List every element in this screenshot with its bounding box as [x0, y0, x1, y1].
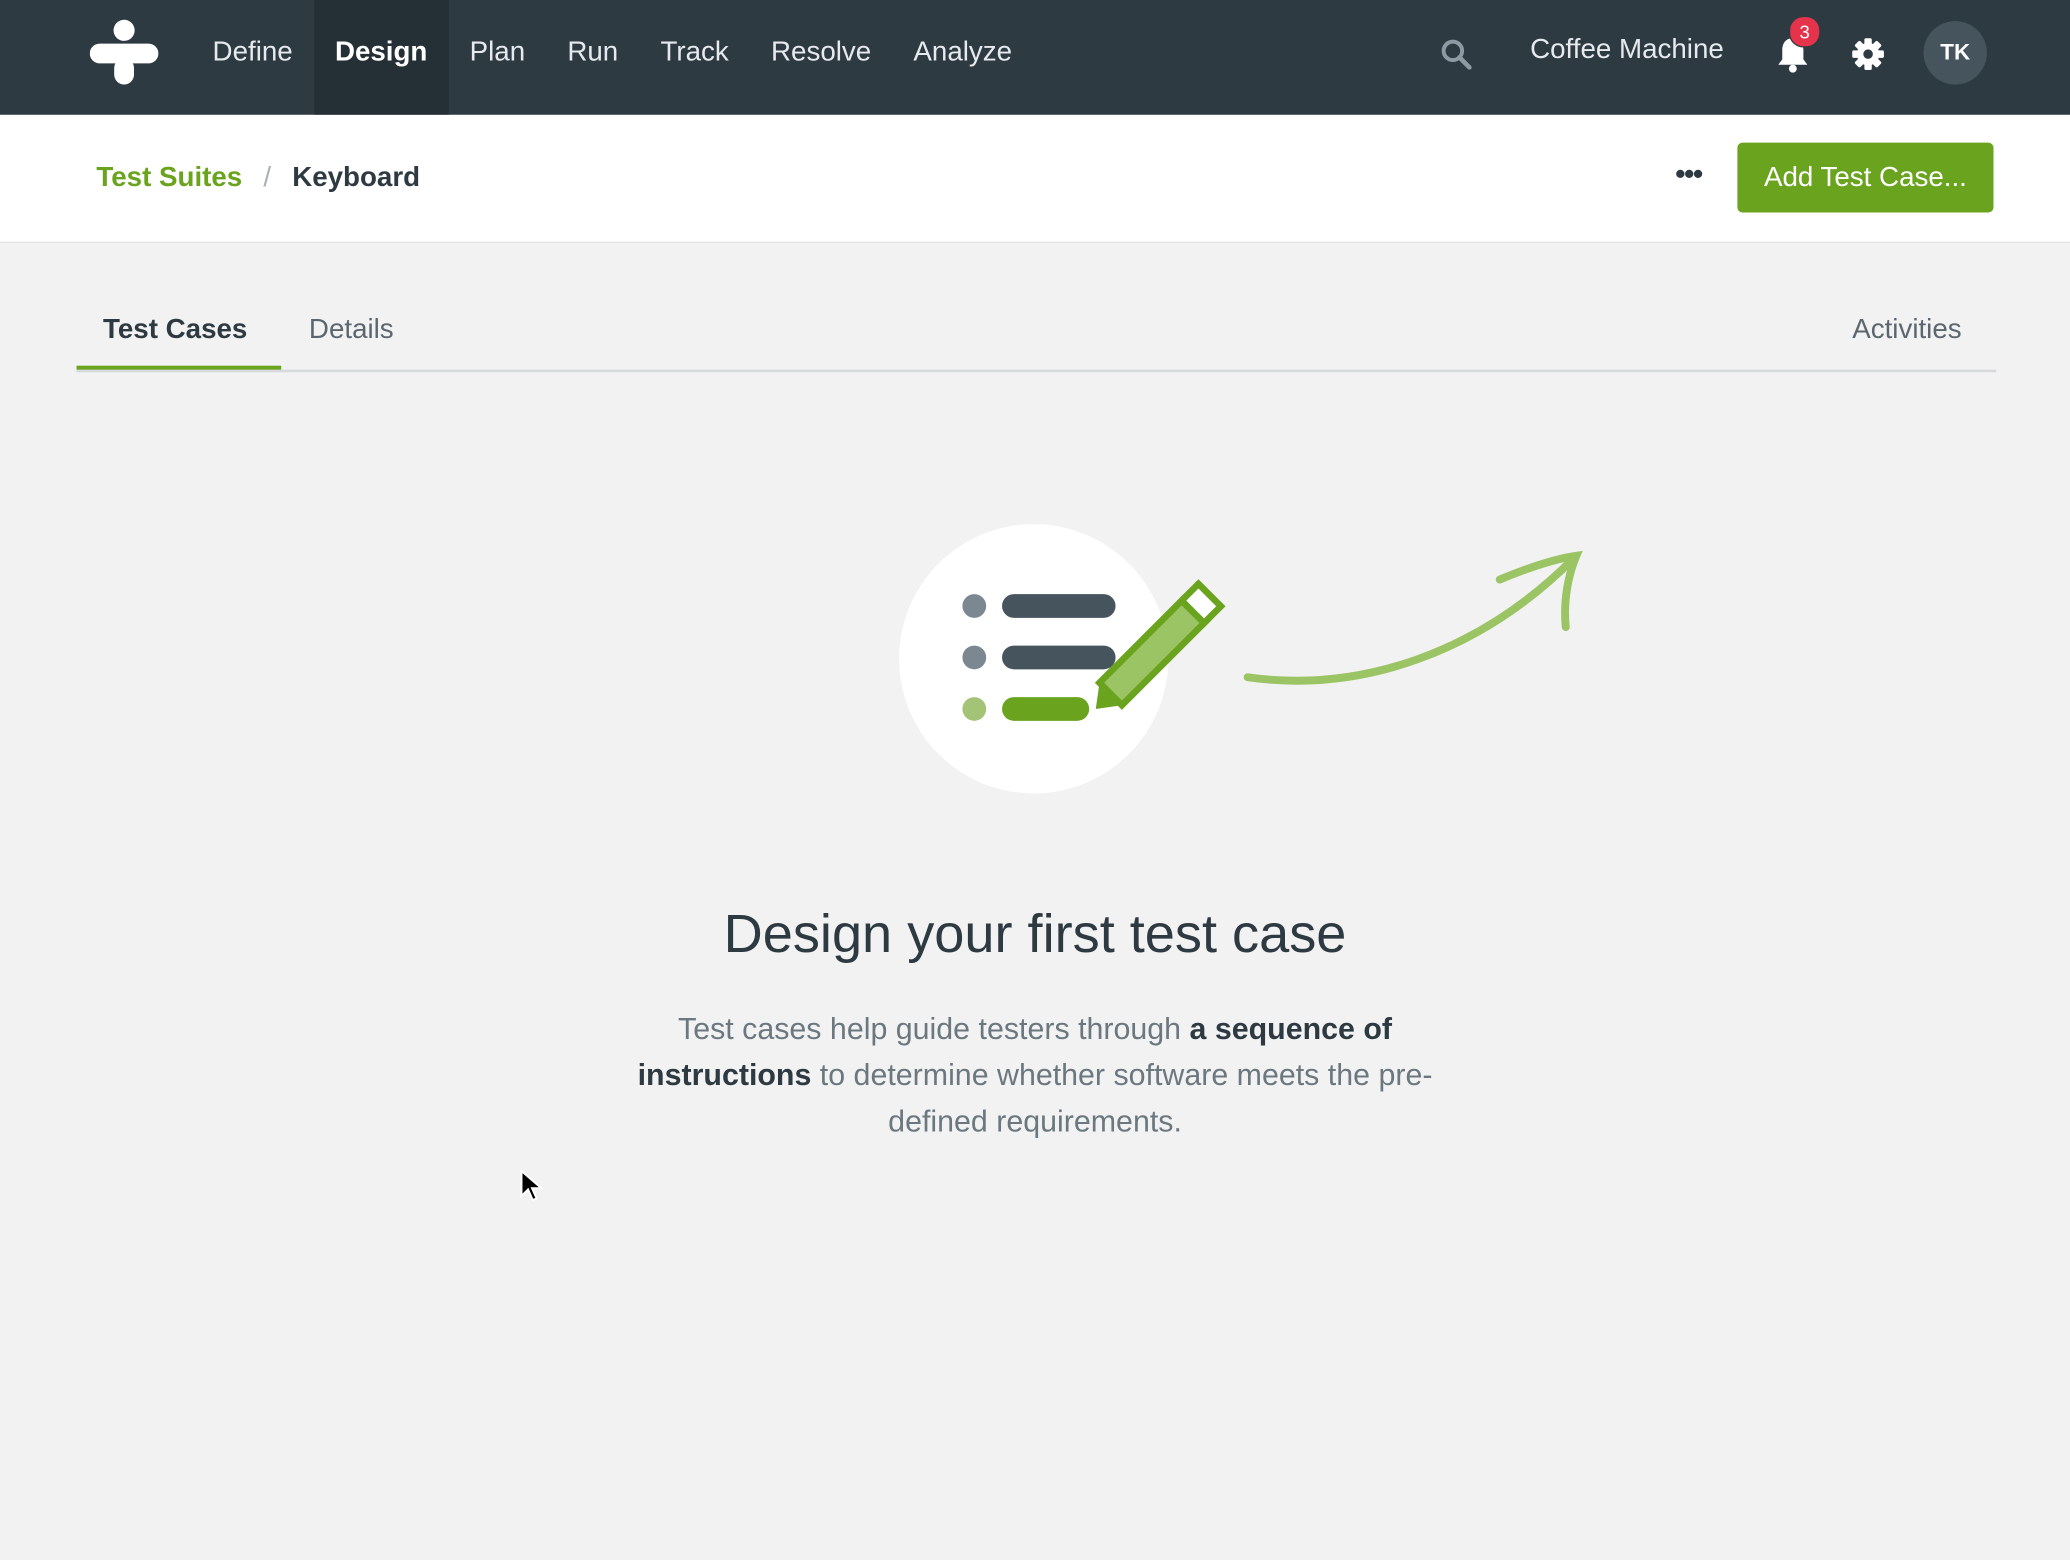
description-text: Test cases help guide testers through [678, 1011, 1190, 1046]
empty-state-description: Test cases help guide testers through a … [599, 1006, 1470, 1145]
nav-item-resolve[interactable]: Resolve [750, 0, 892, 115]
tab-bar: Test Cases Details Activities [76, 296, 1997, 373]
breadcrumb-separator: / [263, 162, 272, 193]
breadcrumb-test-suites[interactable]: Test Suites [96, 162, 242, 194]
page-header: Test Suites / Keyboard ••• Add Test Case… [0, 114, 2070, 243]
cursor-icon [520, 1169, 544, 1202]
breadcrumb-current: Keyboard [292, 162, 421, 193]
search-icon[interactable] [1439, 37, 1473, 71]
nav-item-run[interactable]: Run [546, 0, 639, 115]
nav-menu: Define Design Plan Run Track Resolve Ana… [191, 0, 1033, 115]
top-nav: Define Design Plan Run Track Resolve Ana… [0, 0, 2070, 115]
nav-item-design[interactable]: Design [313, 0, 449, 115]
nav-item-plan[interactable]: Plan [448, 0, 546, 115]
active-tab-indicator [76, 365, 282, 370]
nav-item-track[interactable]: Track [639, 0, 750, 115]
notification-badge: 3 [1788, 15, 1821, 48]
app-window: Define Design Plan Run Track Resolve Ana… [0, 0, 2070, 1560]
tab-details[interactable]: Details [309, 314, 394, 346]
more-options-button[interactable]: ••• [1666, 159, 1711, 197]
description-text-end: to determine whether software meets the … [811, 1057, 1433, 1139]
user-avatar[interactable]: TK [1923, 21, 1987, 85]
breadcrumb: Test Suites / Keyboard [96, 162, 420, 194]
add-test-case-button[interactable]: Add Test Case... [1737, 142, 1994, 213]
empty-state-title: Design your first test case [723, 903, 1347, 964]
tab-activities[interactable]: Activities [1852, 314, 1961, 346]
project-selector[interactable]: Coffee Machine [1530, 34, 1724, 66]
nav-item-define[interactable]: Define [191, 0, 313, 115]
tab-test-cases[interactable]: Test Cases [103, 314, 247, 346]
logo-icon[interactable] [89, 18, 159, 87]
nav-item-analyze[interactable]: Analyze [892, 0, 1033, 115]
arrow-icon [1243, 550, 1583, 685]
gear-icon[interactable] [1848, 34, 1888, 74]
empty-state-illustration [899, 524, 1583, 794]
